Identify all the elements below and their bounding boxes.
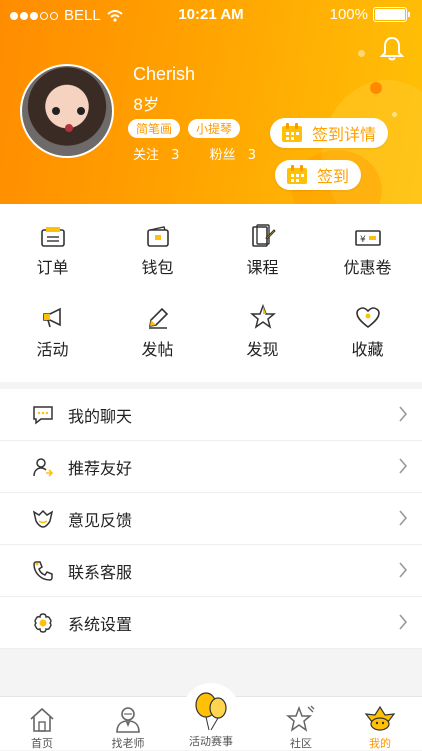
profile-header: BELL 10:21 AM 100% Cherish 8岁 简笔画 小提琴 关注… — [0, 0, 422, 204]
grid-label: 收藏 — [351, 340, 384, 359]
menu-label: 推荐友好 — [68, 458, 133, 478]
menu-label: 意见反馈 — [68, 510, 133, 530]
menu-item-settings[interactable]: 系统设置 — [0, 597, 422, 649]
tab-label: 社区 — [290, 737, 312, 750]
star-icon — [249, 304, 276, 329]
status-bar: BELL 10:21 AM 100% — [0, 0, 422, 32]
chevron-right-icon — [399, 406, 408, 422]
order-icon — [40, 227, 65, 247]
grid-label: 发现 — [246, 340, 279, 359]
profile-icon — [364, 705, 396, 731]
following-label: 关注 — [133, 148, 160, 163]
grid-item-coupon[interactable]: ¥ 优惠卷 — [315, 222, 420, 278]
grid-item-discover[interactable]: 发现 — [210, 304, 315, 360]
chevron-right-icon — [399, 458, 408, 474]
chat-icon — [33, 405, 53, 425]
grid-item-post[interactable]: 发帖 — [105, 304, 210, 360]
course-icon — [251, 224, 276, 247]
sign-detail-button[interactable]: 签到详情 — [270, 118, 389, 148]
battery-percent: 100% — [329, 6, 368, 23]
decor-dot — [370, 82, 382, 94]
hobby-tags: 简笔画 小提琴 — [128, 119, 248, 138]
chevron-right-icon — [399, 562, 408, 578]
megaphone-icon — [42, 307, 61, 328]
sign-in-label: 签到 — [317, 167, 350, 186]
grid-label: 课程 — [246, 258, 279, 277]
heart-icon — [355, 307, 380, 329]
menu-item-feedback[interactable]: 意见反馈 — [0, 493, 422, 545]
menu-list: 我的聊天 推荐友好 意见反馈 联系客服 系统设置 — [0, 389, 422, 649]
grid-label: 钱包 — [141, 258, 174, 277]
decor-dot — [358, 50, 365, 57]
following-count: 3 — [171, 148, 180, 163]
battery-icon — [373, 7, 407, 22]
tab-mine[interactable]: 我的 — [338, 697, 422, 751]
calendar-icon — [287, 165, 307, 184]
home-icon — [30, 707, 54, 732]
menu-label: 系统设置 — [68, 614, 133, 634]
coupon-icon: ¥ — [354, 230, 381, 246]
user-recommend-icon — [33, 457, 54, 477]
calendar-icon — [282, 123, 302, 142]
wallet-icon — [146, 226, 169, 247]
tab-label: 我的 — [369, 737, 391, 750]
battery: 100% — [330, 6, 410, 23]
avatar[interactable] — [20, 64, 114, 158]
chevron-right-icon — [399, 614, 408, 630]
fans-label: 粉丝 — [209, 148, 236, 163]
balloon-icon — [195, 692, 227, 731]
user-age: 8岁 — [133, 95, 160, 114]
grid-label: 活动 — [36, 340, 69, 359]
tab-find-teacher[interactable]: 找老师 — [86, 697, 170, 751]
function-grid: 订单 钱包 课程 ¥ 优惠卷 活动 发帖 发现 收藏 — [0, 204, 422, 382]
tab-bar: 首页 找老师 活动赛事 社区 我的 — [0, 683, 422, 751]
teacher-icon — [116, 707, 140, 733]
grid-item-wallet[interactable]: 钱包 — [105, 222, 210, 278]
phone-icon — [33, 560, 53, 581]
svg-text:¥: ¥ — [360, 235, 366, 245]
tab-events[interactable]: 活动赛事 — [169, 687, 253, 749]
menu-item-chat[interactable]: 我的聊天 — [0, 389, 422, 441]
grid-label: 订单 — [36, 258, 69, 277]
grid-item-course[interactable]: 课程 — [210, 222, 315, 278]
community-icon — [286, 705, 315, 732]
hobby-tag: 小提琴 — [188, 119, 241, 138]
grid-label: 优惠卷 — [343, 258, 392, 277]
decor-dot — [392, 112, 397, 117]
tab-label: 找老师 — [111, 737, 145, 750]
menu-label: 我的聊天 — [68, 406, 133, 426]
user-name: Cherish — [133, 64, 196, 84]
tab-label: 活动赛事 — [189, 735, 233, 748]
hobby-tag: 简笔画 — [128, 119, 181, 138]
follow-stats: 关注 3 粉丝 3 — [133, 144, 256, 163]
feedback-icon — [32, 509, 54, 528]
tab-home[interactable]: 首页 — [0, 697, 84, 751]
sign-detail-label: 签到详情 — [312, 125, 377, 144]
menu-item-support[interactable]: 联系客服 — [0, 545, 422, 597]
menu-item-recommend[interactable]: 推荐友好 — [0, 441, 422, 493]
grid-label: 发帖 — [141, 340, 174, 359]
grid-item-order[interactable]: 订单 — [0, 222, 105, 278]
sign-in-button[interactable]: 签到 — [275, 160, 362, 190]
menu-label: 联系客服 — [68, 562, 133, 582]
settings-icon — [34, 612, 52, 633]
tab-community[interactable]: 社区 — [259, 697, 343, 751]
tab-label: 首页 — [31, 737, 53, 750]
pencil-icon — [148, 307, 168, 329]
bell-icon[interactable] — [380, 36, 404, 62]
fans-count: 3 — [247, 148, 257, 163]
grid-item-activity[interactable]: 活动 — [0, 304, 105, 360]
chevron-right-icon — [399, 510, 408, 526]
grid-item-favorites[interactable]: 收藏 — [315, 304, 420, 360]
